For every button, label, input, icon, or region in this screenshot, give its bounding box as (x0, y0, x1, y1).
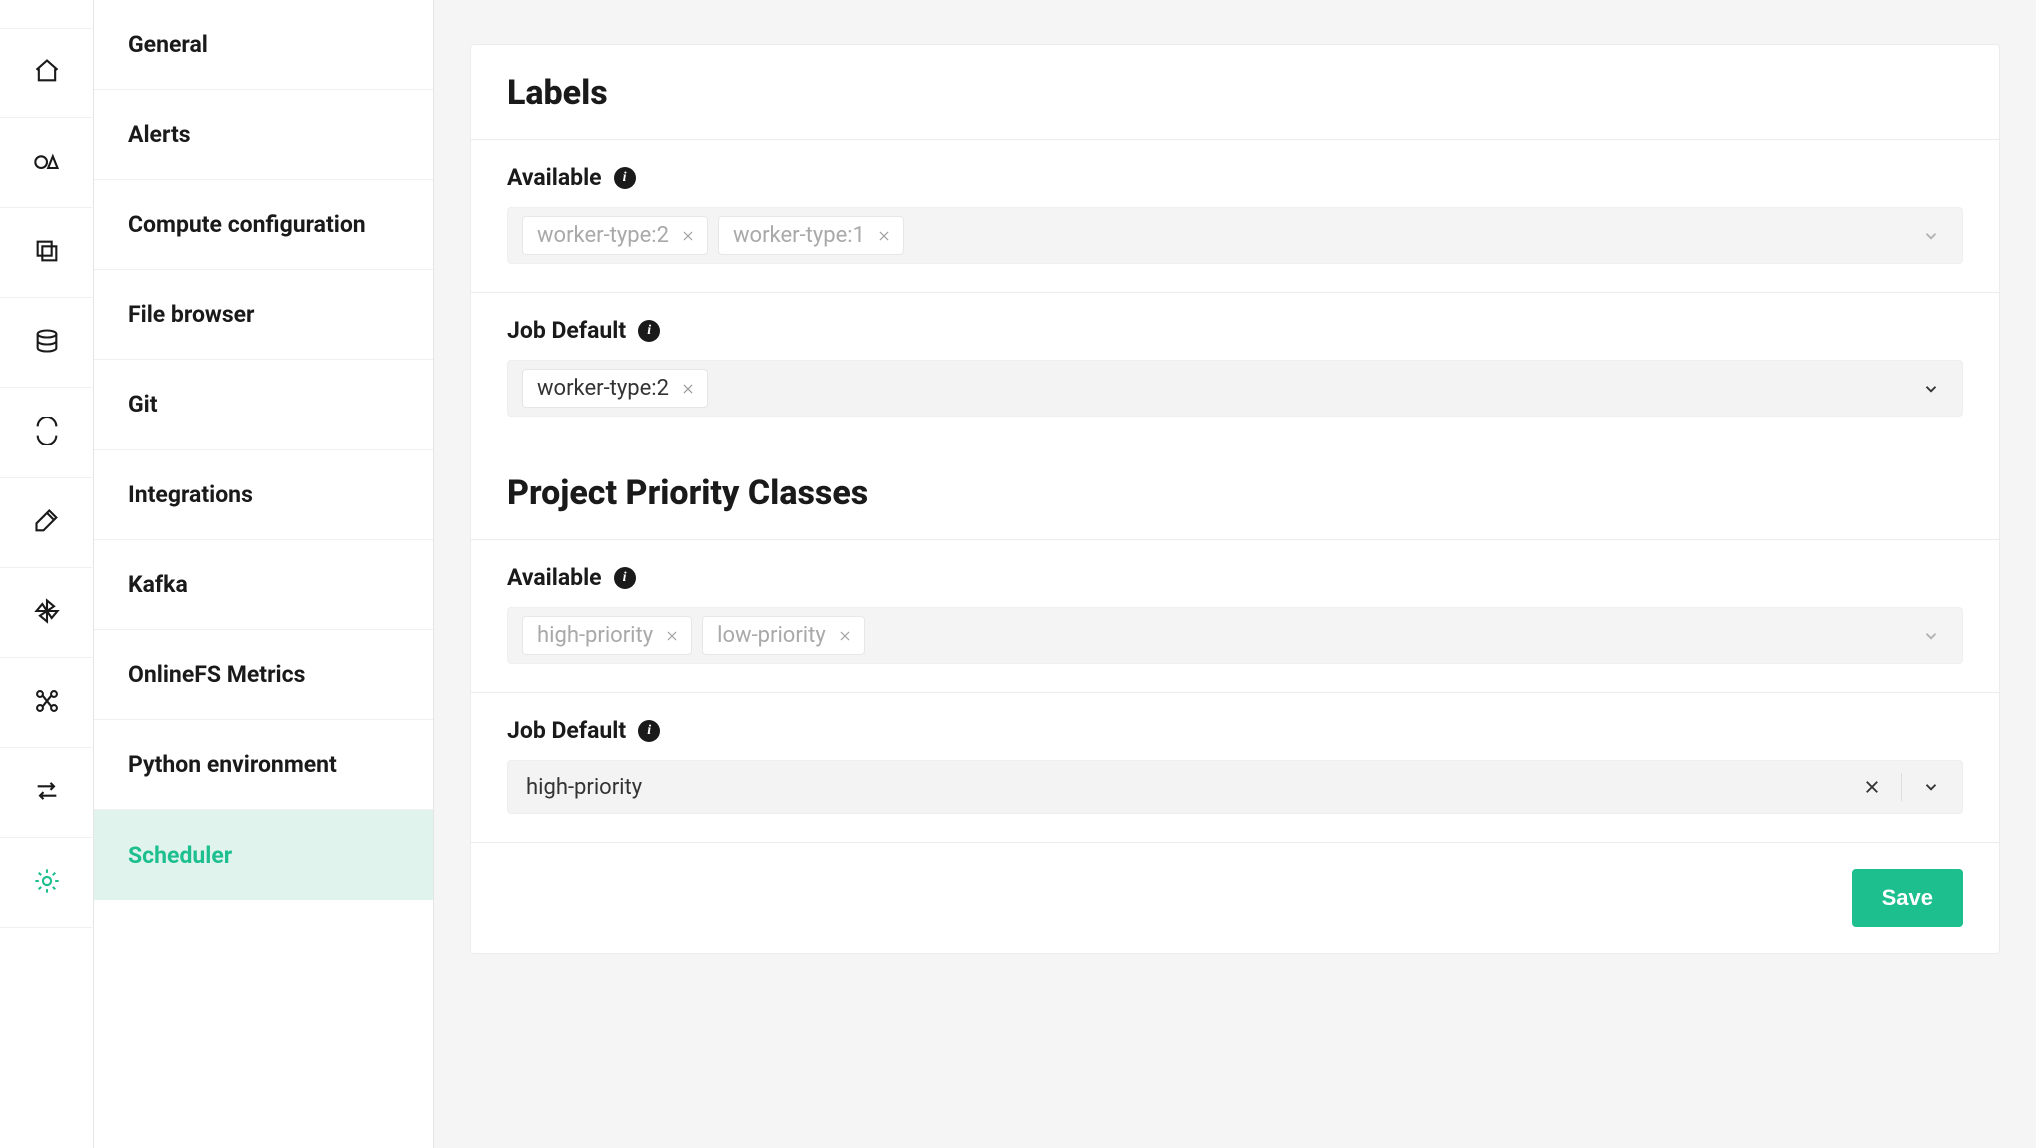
select-controls (1861, 773, 1948, 801)
select-controls (1920, 225, 1948, 247)
labels-job-default-label-row: Job Default i (507, 317, 1963, 344)
select-controls (1920, 625, 1948, 647)
network-icon (33, 687, 61, 719)
select-value: high-priority (522, 775, 1851, 800)
sidebar-item-label: General (128, 31, 208, 58)
rail-database[interactable] (0, 298, 94, 388)
sidebar-item-scheduler[interactable]: Scheduler (94, 810, 433, 900)
sidebar-item-file-browser[interactable]: File browser (94, 270, 433, 360)
copy-icon (33, 237, 61, 269)
chip-remove-icon[interactable] (836, 627, 854, 645)
rail-pinwheel[interactable] (0, 568, 94, 658)
chip-label: high-priority (537, 623, 653, 648)
info-icon[interactable]: i (614, 567, 636, 589)
settings-card: Labels Available i worker-type:2 worker-… (470, 44, 2000, 954)
chevron-down-icon[interactable] (1920, 625, 1942, 647)
rail-copy[interactable] (0, 208, 94, 298)
select-controls (1920, 378, 1948, 400)
sync-icon (33, 417, 61, 449)
priority-job-default-select[interactable]: high-priority (507, 760, 1963, 814)
rail-gear[interactable] (0, 838, 94, 928)
pinwheel-icon (33, 597, 61, 629)
chip-wrap: worker-type:2 worker-type:1 (522, 216, 1910, 255)
clear-icon[interactable] (1861, 776, 1883, 798)
priority-available-label-row: Available i (507, 564, 1963, 591)
chip-label: worker-type:1 (733, 223, 865, 248)
labels-available-block: Available i worker-type:2 worker-type:1 (471, 140, 1999, 293)
chip: worker-type:2 (522, 216, 708, 255)
priority-available-block: Available i high-priority low-priority (471, 540, 1999, 693)
sidebar-item-onlinefs-metrics[interactable]: OnlineFS Metrics (94, 630, 433, 720)
labels-job-default-select[interactable]: worker-type:2 (507, 360, 1963, 417)
chip-remove-icon[interactable] (875, 227, 893, 245)
chip: worker-type:1 (718, 216, 904, 255)
footer-bar: Save (471, 843, 1999, 953)
info-icon[interactable]: i (638, 320, 660, 342)
chip-wrap: high-priority low-priority (522, 616, 1910, 655)
priority-section-title: Project Priority Classes (471, 445, 1999, 540)
chip-remove-icon[interactable] (679, 380, 697, 398)
labels-job-default-label: Job Default (507, 317, 626, 344)
priority-job-default-label-row: Job Default i (507, 717, 1963, 744)
labels-available-label-row: Available i (507, 164, 1963, 191)
chip-label: worker-type:2 (537, 376, 669, 401)
chip: high-priority (522, 616, 692, 655)
chip-label: worker-type:2 (537, 223, 669, 248)
rail-axe[interactable] (0, 478, 94, 568)
rail-shapes[interactable] (0, 118, 94, 208)
chip-wrap: worker-type:2 (522, 369, 1910, 408)
chevron-down-icon[interactable] (1920, 225, 1942, 247)
axe-icon (33, 507, 61, 539)
sidebar-item-label: File browser (128, 301, 254, 328)
labels-available-label: Available (507, 164, 602, 191)
database-icon (33, 327, 61, 359)
save-button[interactable]: Save (1852, 869, 1963, 927)
sidebar-item-alerts[interactable]: Alerts (94, 90, 433, 180)
info-icon[interactable]: i (638, 720, 660, 742)
rail-sync[interactable] (0, 388, 94, 478)
priority-available-label: Available (507, 564, 602, 591)
sidebar-item-python-environment[interactable]: Python environment (94, 720, 433, 810)
rail-network[interactable] (0, 658, 94, 748)
sidebar: General Alerts Compute configuration Fil… (94, 0, 434, 1148)
main-content: Labels Available i worker-type:2 worker-… (434, 0, 2036, 1148)
sidebar-item-general[interactable]: General (94, 0, 433, 90)
sidebar-item-integrations[interactable]: Integrations (94, 450, 433, 540)
labels-available-select[interactable]: worker-type:2 worker-type:1 (507, 207, 1963, 264)
chip-remove-icon[interactable] (663, 627, 681, 645)
chevron-down-icon[interactable] (1920, 776, 1942, 798)
sidebar-item-label: Python environment (128, 751, 337, 778)
priority-available-select[interactable]: high-priority low-priority (507, 607, 1963, 664)
rail-home[interactable] (0, 28, 94, 118)
chip: worker-type:2 (522, 369, 708, 408)
swap-icon (33, 777, 61, 809)
shapes-icon (33, 147, 61, 179)
sidebar-item-label: Compute configuration (128, 211, 366, 238)
sidebar-item-label: Alerts (128, 121, 191, 148)
sidebar-item-label: Integrations (128, 481, 253, 508)
sidebar-item-label: OnlineFS Metrics (128, 661, 305, 688)
labels-job-default-block: Job Default i worker-type:2 (471, 293, 1999, 445)
sidebar-item-label: Kafka (128, 571, 188, 598)
home-icon (33, 57, 61, 89)
rail-swap[interactable] (0, 748, 94, 838)
gear-icon (33, 867, 61, 899)
chevron-down-icon[interactable] (1920, 378, 1942, 400)
chip: low-priority (702, 616, 865, 655)
sidebar-item-label: Git (128, 391, 158, 418)
info-icon[interactable]: i (614, 167, 636, 189)
divider (1901, 773, 1902, 801)
sidebar-item-label: Scheduler (128, 842, 232, 869)
priority-job-default-block: Job Default i high-priority (471, 693, 1999, 843)
chip-label: low-priority (717, 623, 826, 648)
labels-section-title: Labels (471, 45, 1999, 140)
priority-job-default-label: Job Default (507, 717, 626, 744)
sidebar-item-kafka[interactable]: Kafka (94, 540, 433, 630)
sidebar-item-git[interactable]: Git (94, 360, 433, 450)
icon-rail (0, 0, 94, 1148)
sidebar-item-compute-configuration[interactable]: Compute configuration (94, 180, 433, 270)
chip-remove-icon[interactable] (679, 227, 697, 245)
